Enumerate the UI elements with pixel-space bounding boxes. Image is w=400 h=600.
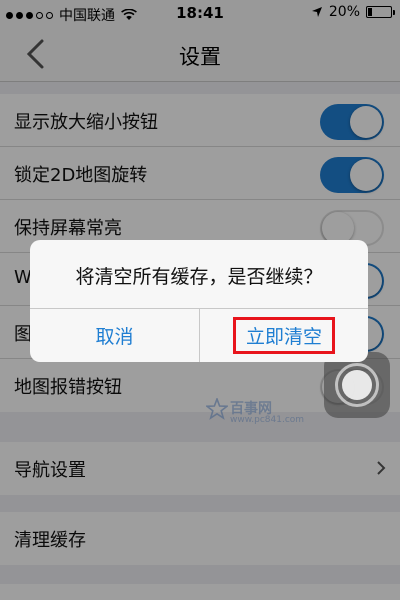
clear-now-button-label: 立即清空 xyxy=(232,316,335,354)
clear-now-button[interactable]: 立即清空 xyxy=(200,308,368,362)
dialog-message: 将清空所有缓存，是否继续？ xyxy=(75,266,323,288)
star-icon xyxy=(206,398,228,420)
cancel-button-label: 取消 xyxy=(95,325,134,348)
clear-cache-dialog: 将清空所有缓存，是否继续？ 取消 立即清空 xyxy=(30,240,368,362)
watermark-url: www.pc841.com xyxy=(230,415,305,425)
cancel-button[interactable]: 取消 xyxy=(30,308,199,362)
